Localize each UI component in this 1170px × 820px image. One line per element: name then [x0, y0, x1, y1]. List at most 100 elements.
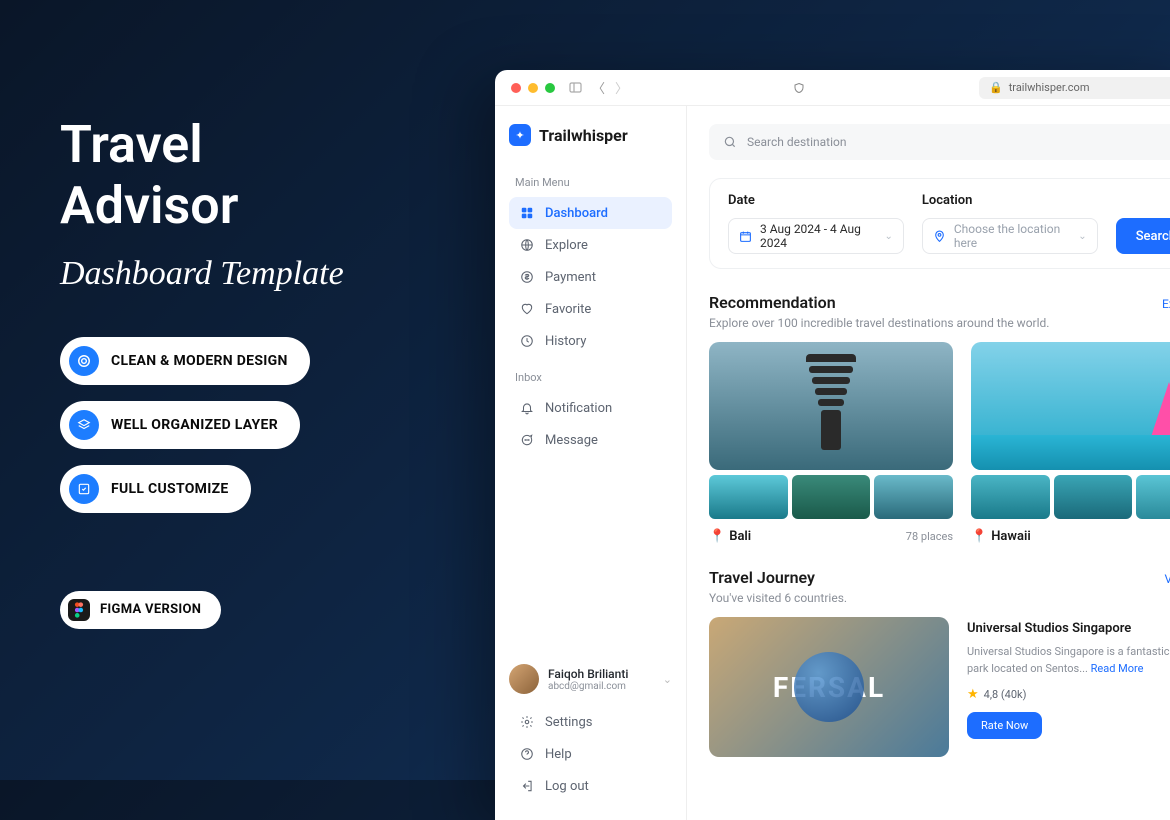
help-icon — [519, 746, 535, 762]
location-placeholder: Choose the location here — [954, 222, 1070, 250]
journey-description: Universal Studios Singapore is a fantast… — [967, 644, 1170, 677]
pin-icon: 📍 — [709, 529, 725, 544]
sidebar-item-history[interactable]: History — [509, 325, 672, 357]
chevron-down-icon: ⌄ — [884, 231, 892, 242]
destination-card-bali[interactable]: 📍Bali 78 places — [709, 342, 953, 544]
sidebar-section-main: Main Menu — [515, 176, 666, 189]
search-placeholder: Search destination — [747, 135, 846, 149]
sidebar-item-label: Explore — [545, 238, 588, 253]
promo-subtitle: Dashboard Template — [60, 255, 344, 293]
globe-icon — [519, 237, 535, 253]
explore-more-link[interactable]: Explore M — [1162, 297, 1170, 311]
sidebar-item-label: Notification — [545, 401, 612, 416]
sidebar-item-help[interactable]: Help — [509, 738, 672, 770]
section-title: Recommendation — [709, 293, 1049, 312]
sidebar-item-payment[interactable]: Payment — [509, 261, 672, 293]
promo-panel: TravelAdvisor Dashboard Template CLEAN &… — [60, 115, 344, 629]
destination-city: 📍Hawaii — [971, 529, 1031, 544]
journey-section: Travel Journey You've visited 6 countrie… — [709, 568, 1170, 757]
main-content: Search destination Date 3 Aug 2024 - 4 A… — [687, 106, 1170, 820]
heart-icon — [519, 301, 535, 317]
date-picker[interactable]: 3 Aug 2024 - 4 Aug 2024 ⌄ — [728, 218, 904, 254]
figma-icon — [68, 599, 90, 621]
promo-title: TravelAdvisor — [60, 115, 344, 237]
destination-card-hawaii[interactable]: 📍Hawaii 52 pla — [971, 342, 1170, 544]
destination-thumb[interactable] — [1136, 475, 1170, 519]
sidebar-item-label: Help — [545, 747, 572, 762]
browser-chrome: 〈 〉 🔒 trailwhisper.com ↻ — [495, 70, 1170, 106]
sidebar-item-dashboard[interactable]: Dashboard — [509, 197, 672, 229]
sidebar-item-message[interactable]: Message — [509, 424, 672, 456]
date-value: 3 Aug 2024 - 4 Aug 2024 — [760, 222, 876, 250]
sidebar: ✦ Trailwhisper Main Menu Dashboard Explo… — [495, 106, 687, 820]
user-card[interactable]: Faiqoh Brilianti abcd@gmail.com ⌄ — [509, 664, 672, 694]
chevron-down-icon[interactable]: ⌄ — [663, 673, 672, 686]
clock-icon — [519, 333, 535, 349]
sidebar-item-settings[interactable]: Settings — [509, 706, 672, 738]
destination-thumb[interactable] — [874, 475, 953, 519]
star-icon: ★ — [967, 687, 979, 702]
maximize-dot[interactable] — [545, 83, 555, 93]
shield-icon[interactable] — [793, 82, 805, 94]
back-icon[interactable]: 〈 — [592, 78, 605, 97]
sidebar-item-logout[interactable]: Log out — [509, 770, 672, 802]
sidebar-item-label: Payment — [545, 270, 596, 285]
pin-icon — [933, 230, 946, 243]
user-email: abcd@gmail.com — [548, 681, 628, 692]
read-more-link[interactable]: Read More — [1091, 662, 1144, 675]
browser-window: 〈 〉 🔒 trailwhisper.com ↻ ✦ Trailwhisper … — [495, 70, 1170, 820]
close-dot[interactable] — [511, 83, 521, 93]
sidebar-toggle-icon[interactable] — [569, 82, 582, 93]
destination-thumb[interactable] — [709, 475, 788, 519]
brand-name: Trailwhisper — [539, 126, 628, 145]
section-subtitle: Explore over 100 incredible travel desti… — [709, 316, 1049, 330]
sidebar-item-label: Message — [545, 433, 598, 448]
brand[interactable]: ✦ Trailwhisper — [509, 124, 672, 146]
sidebar-item-explore[interactable]: Explore — [509, 229, 672, 261]
location-label: Location — [922, 193, 1098, 208]
section-subtitle: You've visited 6 countries. — [709, 591, 847, 605]
sidebar-item-label: Settings — [545, 715, 592, 730]
user-name: Faiqoh Brilianti — [548, 667, 628, 681]
destination-thumb[interactable] — [971, 475, 1050, 519]
date-label: Date — [728, 193, 904, 208]
search-button[interactable]: Search — [1116, 218, 1170, 254]
sidebar-item-favorite[interactable]: Favorite — [509, 293, 672, 325]
search-input[interactable]: Search destination — [709, 124, 1170, 160]
pin-icon: 📍 — [971, 529, 987, 544]
search-icon — [723, 135, 737, 149]
feature-pill-customize: FULL CUSTOMIZE — [60, 465, 251, 513]
sidebar-item-label: History — [545, 334, 586, 349]
sidebar-item-label: Dashboard — [545, 206, 608, 221]
destination-thumb[interactable] — [792, 475, 871, 519]
journey-image[interactable]: FERSAL — [709, 617, 949, 757]
minimize-dot[interactable] — [528, 83, 538, 93]
sidebar-section-inbox: Inbox — [515, 371, 666, 384]
view-history-link[interactable]: View Hist — [1164, 572, 1170, 586]
location-picker[interactable]: Choose the location here ⌄ — [922, 218, 1098, 254]
grid-icon — [519, 205, 535, 221]
lock-icon: 🔒 — [989, 81, 1003, 94]
bell-icon — [519, 400, 535, 416]
destination-city: 📍Bali — [709, 529, 751, 544]
destination-hero — [709, 342, 953, 470]
calendar-icon — [739, 230, 752, 243]
destination-count: 78 places — [906, 530, 953, 543]
feature-pill-organized: WELL ORGANIZED LAYER — [60, 401, 300, 449]
rate-now-button[interactable]: Rate Now — [967, 712, 1042, 739]
url-bar[interactable]: 🔒 trailwhisper.com ↻ — [979, 77, 1170, 99]
layers-icon — [69, 410, 99, 440]
destination-thumb[interactable] — [1054, 475, 1133, 519]
chevron-down-icon: ⌄ — [1078, 231, 1086, 242]
avatar — [509, 664, 539, 694]
section-title: Travel Journey — [709, 568, 847, 587]
sidebar-item-notification[interactable]: Notification — [509, 392, 672, 424]
gear-icon — [519, 714, 535, 730]
url-text: trailwhisper.com — [1009, 81, 1090, 94]
target-icon — [69, 346, 99, 376]
forward-icon[interactable]: 〉 — [615, 78, 628, 97]
feature-pill-clean: CLEAN & MODERN DESIGN — [60, 337, 310, 385]
traffic-lights[interactable] — [511, 83, 555, 93]
edit-icon — [69, 474, 99, 504]
logout-icon — [519, 778, 535, 794]
